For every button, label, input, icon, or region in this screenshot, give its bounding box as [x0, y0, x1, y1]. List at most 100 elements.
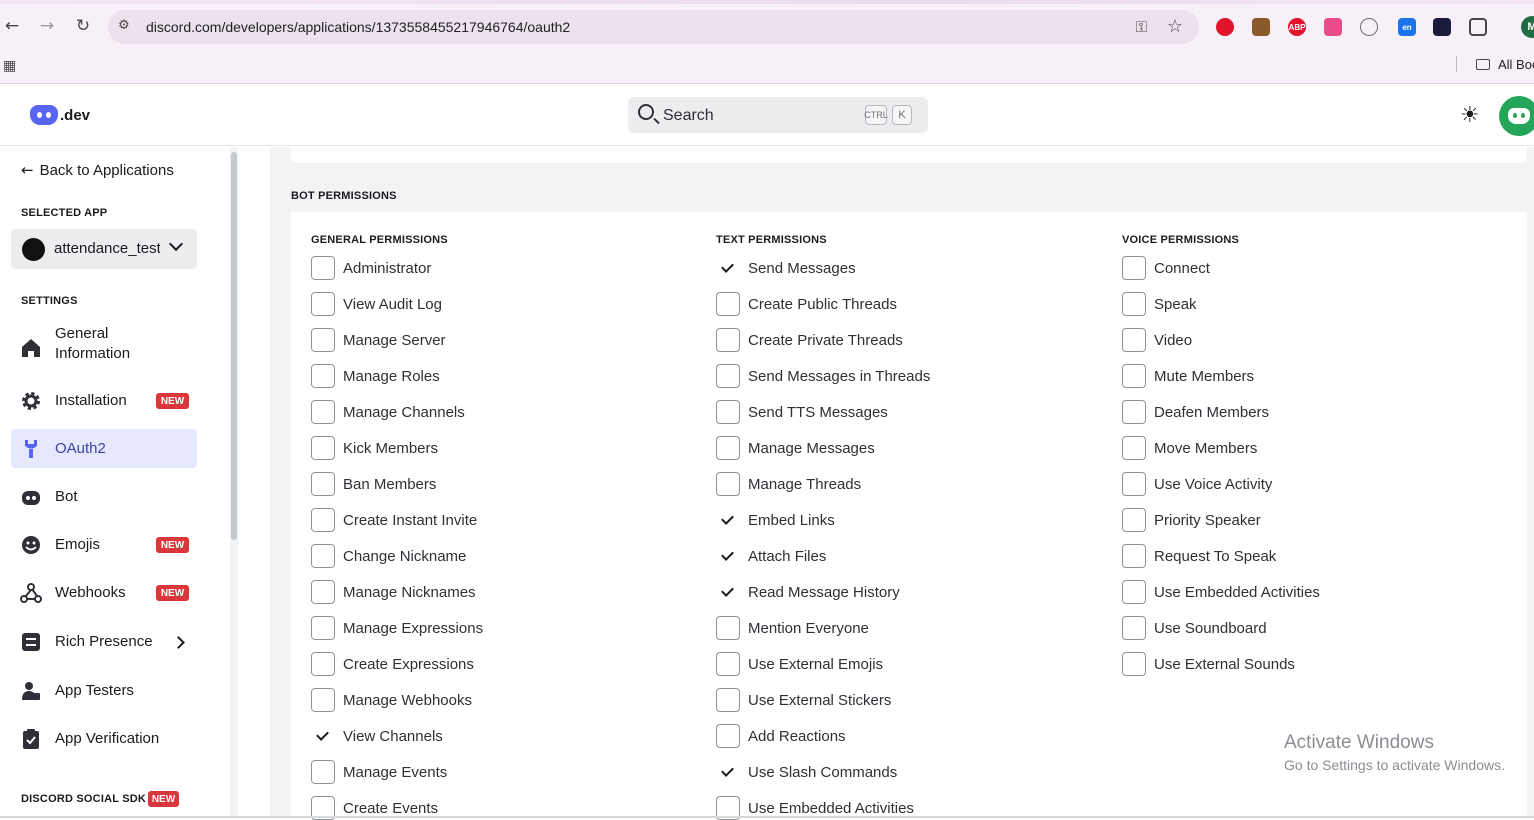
checkbox-checked[interactable]	[716, 580, 740, 604]
permission-view-audit-log[interactable]: View Audit Log	[311, 292, 442, 316]
checkbox[interactable]	[716, 400, 740, 424]
permission-manage-server[interactable]: Manage Server	[311, 328, 446, 352]
sidebar-item-general-information[interactable]: General Information	[11, 322, 197, 366]
sidebar-item-app-verification[interactable]: App Verification	[11, 719, 197, 759]
checkbox[interactable]	[1122, 508, 1146, 532]
permission-read-message-history[interactable]: Read Message History	[716, 580, 900, 604]
permission-manage-events[interactable]: Manage Events	[311, 760, 447, 784]
sidebar-item-oauth2[interactable]: OAuth2	[11, 429, 197, 468]
permission-use-external-stickers[interactable]: Use External Stickers	[716, 688, 891, 712]
permission-manage-roles[interactable]: Manage Roles	[311, 364, 440, 388]
permission-view-channels[interactable]: View Channels	[311, 724, 443, 748]
adblock-extension-icon[interactable]: ABP	[1288, 18, 1306, 36]
checkbox[interactable]	[1122, 652, 1146, 676]
forward-arrow-icon[interactable]: →	[36, 15, 58, 37]
checkbox[interactable]	[716, 616, 740, 640]
address-bar[interactable]: ⚙ discord.com/developers/applications/13…	[108, 10, 1199, 44]
permission-change-nickname[interactable]: Change Nickname	[311, 544, 466, 568]
permission-manage-webhooks[interactable]: Manage Webhooks	[311, 688, 472, 712]
apps-grid-icon[interactable]: ▦	[3, 58, 16, 74]
permission-create-instant-invite[interactable]: Create Instant Invite	[311, 508, 477, 532]
search-input[interactable]: Search CTRL K	[628, 97, 928, 133]
checkbox[interactable]	[311, 292, 335, 316]
permission-create-private-threads[interactable]: Create Private Threads	[716, 328, 903, 352]
lang-extension-icon[interactable]: en	[1398, 18, 1416, 36]
sidebar-item-installation[interactable]: Installation NEW	[11, 381, 197, 421]
user-avatar[interactable]	[1499, 96, 1534, 136]
checkbox[interactable]	[311, 616, 335, 640]
checkbox[interactable]	[311, 688, 335, 712]
permission-manage-threads[interactable]: Manage Threads	[716, 472, 861, 496]
checkbox[interactable]	[311, 760, 335, 784]
checkbox[interactable]	[1122, 328, 1146, 352]
checkbox[interactable]	[311, 364, 335, 388]
sidebar-item-webhooks[interactable]: Webhooks NEW	[11, 573, 197, 613]
checkbox-checked[interactable]	[716, 256, 740, 280]
theme-toggle-sun-icon[interactable]: ☀	[1460, 105, 1482, 127]
cookie-extension-icon[interactable]	[1252, 18, 1270, 36]
checkbox[interactable]	[1122, 580, 1146, 604]
checkbox[interactable]	[1122, 400, 1146, 424]
sidebar-item-bot[interactable]: Bot	[11, 477, 197, 517]
checkbox[interactable]	[716, 472, 740, 496]
checkbox[interactable]	[1122, 292, 1146, 316]
permission-manage-nicknames[interactable]: Manage Nicknames	[311, 580, 476, 604]
translate-extension-icon[interactable]	[1324, 18, 1342, 36]
permission-create-public-threads[interactable]: Create Public Threads	[716, 292, 897, 316]
puzzle-extension-icon[interactable]	[1469, 18, 1487, 36]
checkbox[interactable]	[716, 328, 740, 352]
sidebar-item-rich-presence[interactable]: Rich Presence	[11, 622, 197, 662]
checkbox[interactable]	[311, 544, 335, 568]
discord-dev-logo[interactable]: .dev	[30, 105, 90, 125]
app-selector[interactable]: attendance_test	[11, 229, 197, 269]
permission-use-voice-activity[interactable]: Use Voice Activity	[1122, 472, 1272, 496]
permission-manage-messages[interactable]: Manage Messages	[716, 436, 875, 460]
reload-icon[interactable]: ↻	[72, 15, 94, 37]
permission-send-messages-in-threads[interactable]: Send Messages in Threads	[716, 364, 930, 388]
permission-administrator[interactable]: Administrator	[311, 256, 431, 280]
checkbox[interactable]	[311, 400, 335, 424]
checkbox[interactable]	[716, 436, 740, 460]
permission-move-members[interactable]: Move Members	[1122, 436, 1257, 460]
permission-send-messages[interactable]: Send Messages	[716, 256, 856, 280]
permission-request-to-speak[interactable]: Request To Speak	[1122, 544, 1276, 568]
permission-create-expressions[interactable]: Create Expressions	[311, 652, 474, 676]
permission-attach-files[interactable]: Attach Files	[716, 544, 826, 568]
checkbox[interactable]	[716, 724, 740, 748]
permission-use-external-emojis[interactable]: Use External Emojis	[716, 652, 883, 676]
permission-ban-members[interactable]: Ban Members	[311, 472, 436, 496]
sidebar-scrollbar-thumb[interactable]	[231, 152, 237, 540]
checkbox[interactable]	[311, 256, 335, 280]
checkbox[interactable]	[311, 652, 335, 676]
checkbox[interactable]	[311, 436, 335, 460]
checkbox[interactable]	[1122, 364, 1146, 388]
checkbox[interactable]	[1122, 256, 1146, 280]
checkbox-checked[interactable]	[716, 760, 740, 784]
back-to-applications-link[interactable]: ← Back to Applications	[21, 161, 174, 179]
checkbox-checked[interactable]	[311, 724, 335, 748]
sidebar-item-emojis[interactable]: Emojis NEW	[11, 525, 197, 565]
permission-use-embedded-activities[interactable]: Use Embedded Activities	[1122, 580, 1320, 604]
checkbox[interactable]	[716, 652, 740, 676]
checkbox[interactable]	[311, 472, 335, 496]
permission-use-external-sounds[interactable]: Use External Sounds	[1122, 652, 1295, 676]
permission-add-reactions[interactable]: Add Reactions	[716, 724, 846, 748]
checkbox-checked[interactable]	[716, 544, 740, 568]
permission-mute-members[interactable]: Mute Members	[1122, 364, 1254, 388]
permission-use-slash-commands[interactable]: Use Slash Commands	[716, 760, 897, 784]
checkbox[interactable]	[1122, 472, 1146, 496]
permission-priority-speaker[interactable]: Priority Speaker	[1122, 508, 1261, 532]
password-key-icon[interactable]: ⚿	[1136, 18, 1147, 36]
checkbox[interactable]	[1122, 616, 1146, 640]
permission-mention-everyone[interactable]: Mention Everyone	[716, 616, 869, 640]
checkbox[interactable]	[311, 508, 335, 532]
back-arrow-icon[interactable]: ←	[1, 15, 23, 37]
permission-deafen-members[interactable]: Deafen Members	[1122, 400, 1269, 424]
permission-kick-members[interactable]: Kick Members	[311, 436, 438, 460]
checkbox[interactable]	[1122, 436, 1146, 460]
permission-embed-links[interactable]: Embed Links	[716, 508, 835, 532]
profile-avatar[interactable]: M	[1521, 16, 1534, 38]
bookmark-star-icon[interactable]: ☆	[1167, 16, 1183, 37]
permission-send-tts-messages[interactable]: Send TTS Messages	[716, 400, 888, 424]
checkbox[interactable]	[311, 328, 335, 352]
